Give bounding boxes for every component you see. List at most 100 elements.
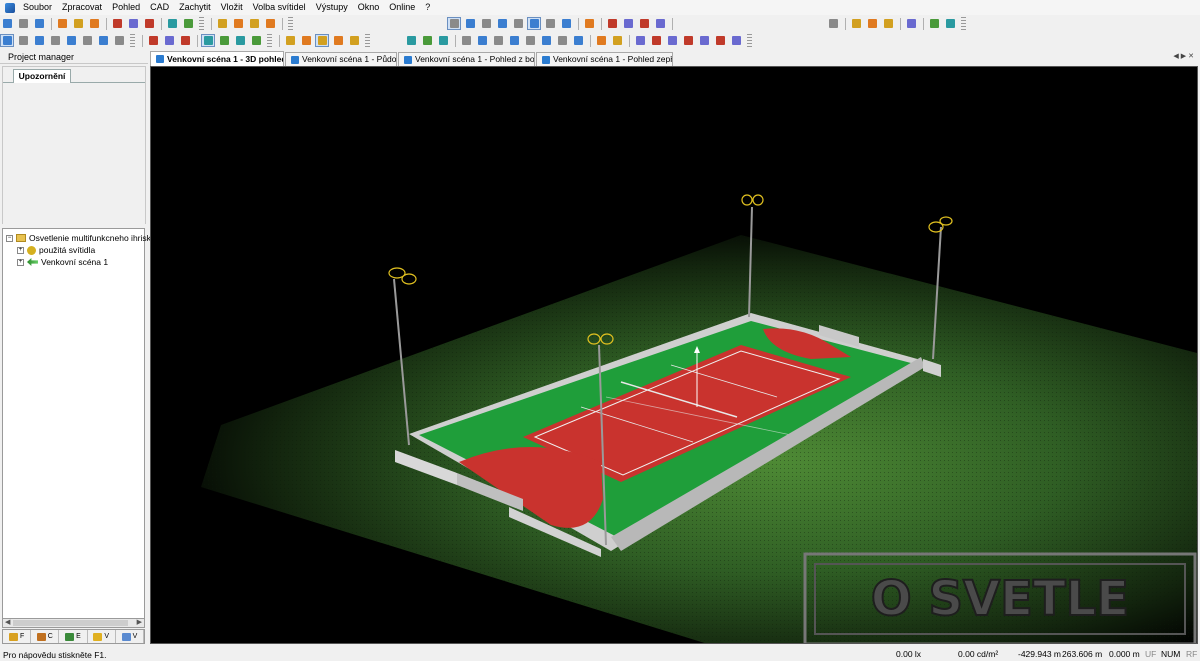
- calc2-button[interactable]: [162, 34, 176, 47]
- tab-side-view[interactable]: Venkovní scéna 1 - Pohled z bok...: [398, 52, 535, 66]
- copy-button[interactable]: [126, 17, 140, 30]
- list-button[interactable]: [826, 17, 840, 30]
- cube-button[interactable]: [215, 17, 229, 30]
- room-button[interactable]: [263, 17, 277, 30]
- floodlight-3[interactable]: [741, 194, 764, 206]
- furniture-button[interactable]: [479, 17, 493, 30]
- floodlight-1[interactable]: [388, 267, 417, 285]
- light1-button[interactable]: [404, 34, 418, 47]
- scroll-right-icon[interactable]: ▶: [137, 618, 142, 626]
- expand-icon[interactable]: +: [17, 246, 24, 254]
- tab-upozorneni[interactable]: Upozornění: [13, 69, 71, 83]
- plan3-button[interactable]: [637, 17, 651, 30]
- collapse-icon[interactable]: −: [6, 234, 13, 242]
- scroll-left-icon[interactable]: ◀: [5, 618, 10, 626]
- search-button[interactable]: [865, 17, 879, 30]
- light2-button[interactable]: [420, 34, 434, 47]
- rotate-button[interactable]: [32, 34, 46, 47]
- draw5-button[interactable]: [697, 34, 711, 47]
- plan2-button[interactable]: [621, 17, 635, 30]
- calc-button[interactable]: [146, 34, 160, 47]
- zoom-button[interactable]: [299, 34, 313, 47]
- nav4-button[interactable]: [249, 34, 263, 47]
- menu-volba-svitidel[interactable]: Volba svítidel: [248, 0, 311, 15]
- draw6-button[interactable]: [713, 34, 727, 47]
- obj1-button[interactable]: [459, 34, 473, 47]
- pdf-button[interactable]: [87, 17, 101, 30]
- pen-button[interactable]: [527, 17, 541, 30]
- menu-cad[interactable]: CAD: [145, 0, 174, 15]
- tab-views[interactable]: V: [116, 630, 145, 643]
- fit-button[interactable]: [347, 34, 361, 47]
- toolbar-grip[interactable]: [267, 34, 272, 47]
- menu-zpracovat[interactable]: Zpracovat: [57, 0, 107, 15]
- plan-button[interactable]: [605, 17, 619, 30]
- paste-button[interactable]: [142, 17, 156, 30]
- orbit-button[interactable]: [315, 34, 329, 47]
- draw2-button[interactable]: [649, 34, 663, 47]
- toolbar-grip[interactable]: [199, 17, 204, 30]
- open-button[interactable]: [16, 17, 30, 30]
- tree-node-root[interactable]: − Osvetlenie multifunkcneho ihriska: [6, 232, 156, 244]
- tab-files[interactable]: F: [3, 630, 32, 643]
- print-preview-button[interactable]: [71, 17, 85, 30]
- obj4-button[interactable]: [507, 34, 521, 47]
- calc3-button[interactable]: [178, 34, 192, 47]
- snap3-button[interactable]: [80, 34, 94, 47]
- doc-button[interactable]: [849, 17, 863, 30]
- grid-button[interactable]: [927, 17, 941, 30]
- ring-button[interactable]: [543, 17, 557, 30]
- obj6-button[interactable]: [539, 34, 553, 47]
- menu-okno[interactable]: Okno: [353, 0, 385, 15]
- 3d-viewport[interactable]: O SVETLE: [150, 66, 1198, 644]
- tab-cad[interactable]: C: [31, 630, 60, 643]
- snap-button[interactable]: [48, 34, 62, 47]
- toolbar-grip[interactable]: [961, 17, 966, 30]
- expand-icon[interactable]: +: [17, 258, 24, 266]
- toolbar-grip[interactable]: [288, 17, 293, 30]
- tab-3d-view[interactable]: Venkovní scéna 1 - 3D pohled: [150, 51, 284, 66]
- save-button[interactable]: [32, 17, 46, 30]
- window-button[interactable]: [943, 17, 957, 30]
- menu-pohled[interactable]: Pohled: [107, 0, 145, 15]
- measure-button[interactable]: [594, 34, 608, 47]
- edit-button[interactable]: [511, 17, 525, 30]
- pan-button[interactable]: [331, 34, 345, 47]
- tab-front-view[interactable]: Venkovní scéna 1 - Pohled zepře...: [536, 52, 673, 66]
- rect-button[interactable]: [610, 34, 624, 47]
- tile-button[interactable]: [904, 17, 918, 30]
- tab-floor-plan[interactable]: Venkovní scéna 1 - Půdorys: [285, 52, 397, 66]
- obj3-button[interactable]: [491, 34, 505, 47]
- obj2-button[interactable]: [475, 34, 489, 47]
- scrollbar-thumb[interactable]: [13, 620, 128, 626]
- lamp-button[interactable]: [559, 17, 573, 30]
- toolbar-grip[interactable]: [747, 34, 752, 47]
- toolbar-grip[interactable]: [130, 34, 135, 47]
- print-button[interactable]: [55, 17, 69, 30]
- view-3d-alt-button[interactable]: [463, 17, 477, 30]
- new-button[interactable]: [0, 17, 14, 30]
- move-button[interactable]: [16, 34, 30, 47]
- menu-zachytit[interactable]: Zachytit: [174, 0, 216, 15]
- nav1-button[interactable]: [201, 34, 215, 47]
- obj5-button[interactable]: [523, 34, 537, 47]
- select-button[interactable]: [283, 34, 297, 47]
- tree-node-luminaires[interactable]: + použitá svítidla: [17, 244, 95, 256]
- menu-online[interactable]: Online: [384, 0, 420, 15]
- draw7-button[interactable]: [729, 34, 743, 47]
- tree-horizontal-scrollbar[interactable]: ◀ ▶: [2, 618, 145, 628]
- tab-navigation[interactable]: ◀▶✕: [1173, 52, 1196, 60]
- nav3-button[interactable]: [233, 34, 247, 47]
- draw1-button[interactable]: [633, 34, 647, 47]
- undo-button[interactable]: [165, 17, 179, 30]
- tab-elements[interactable]: E: [59, 630, 88, 643]
- light3-button[interactable]: [436, 34, 450, 47]
- view-3d-button[interactable]: [447, 17, 461, 30]
- text-button[interactable]: [582, 17, 596, 30]
- menu-vlozit[interactable]: Vložit: [216, 0, 248, 15]
- snap5-button[interactable]: [112, 34, 126, 47]
- menu-help[interactable]: ?: [420, 0, 435, 15]
- floor-button[interactable]: [231, 17, 245, 30]
- draw4-button[interactable]: [681, 34, 695, 47]
- snap2-button[interactable]: [64, 34, 78, 47]
